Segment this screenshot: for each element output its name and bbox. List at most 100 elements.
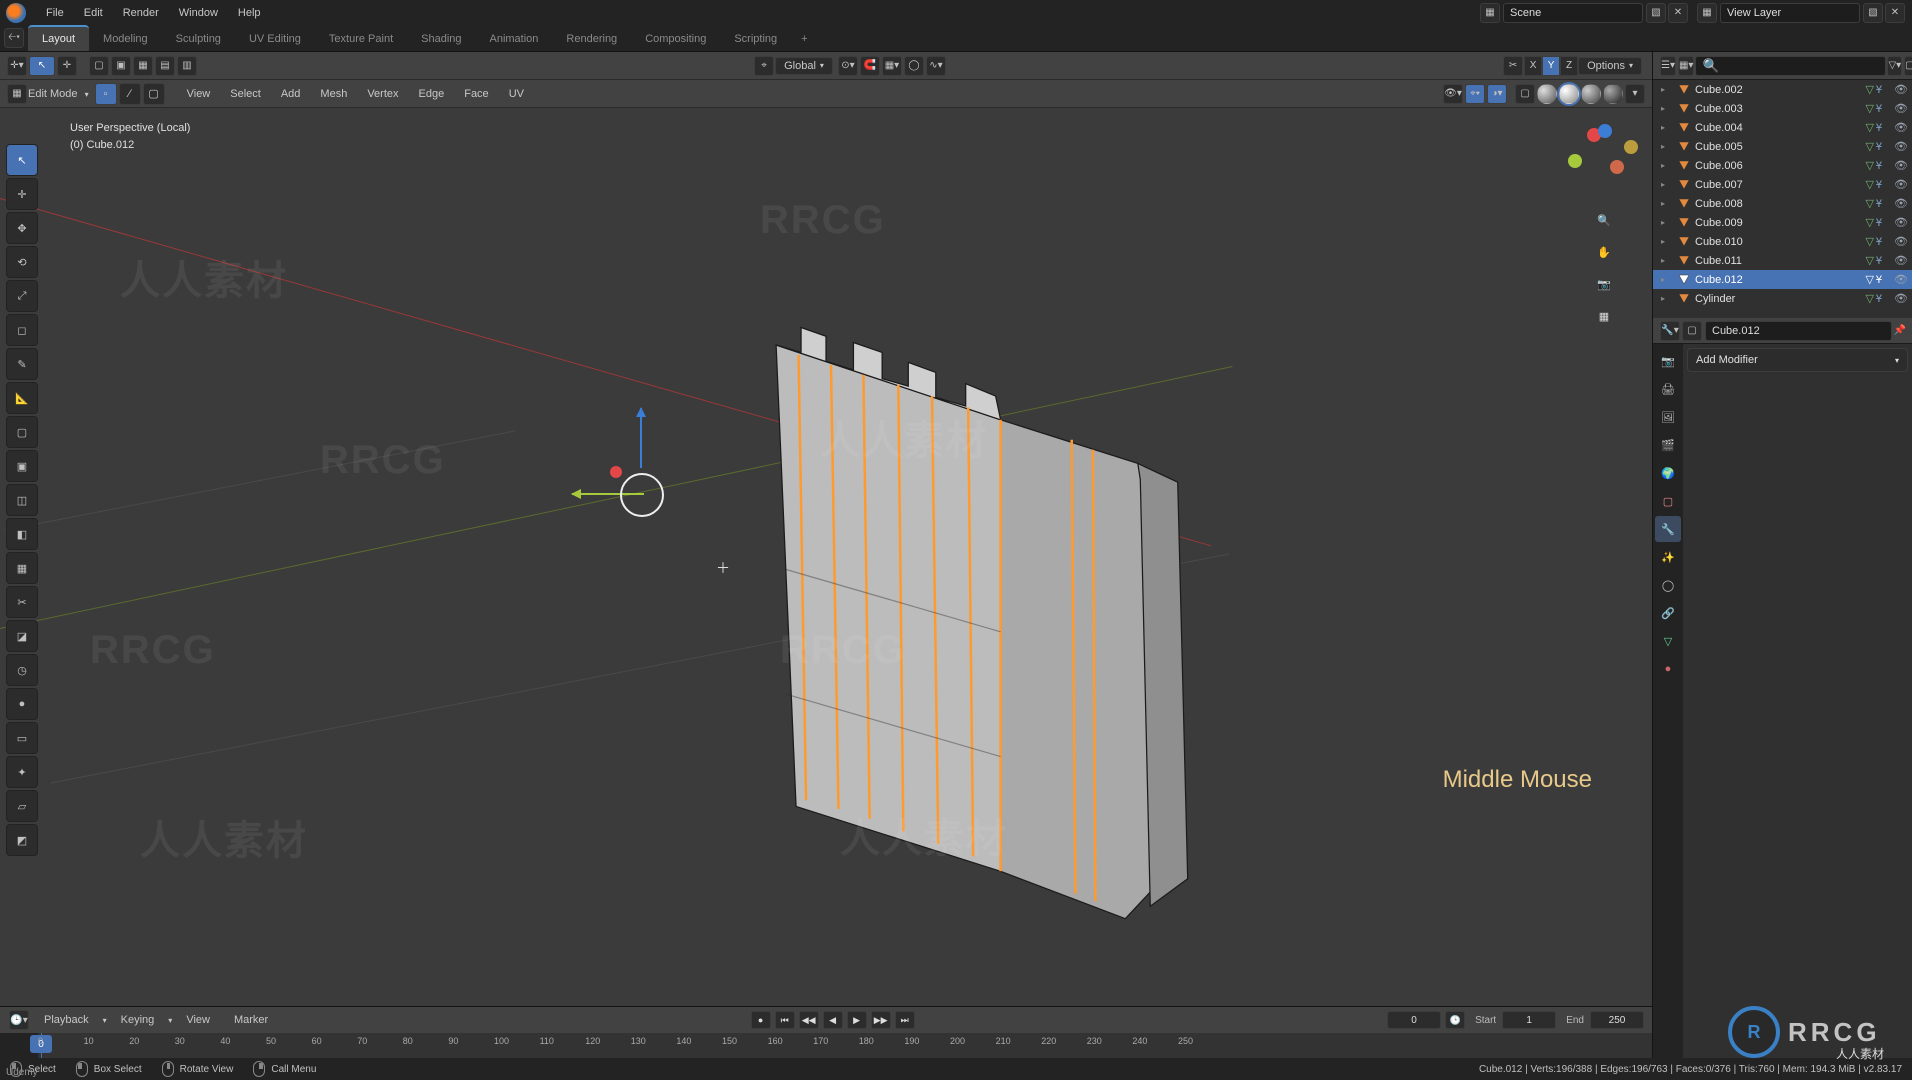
axis-neg-y-icon[interactable]: [1624, 140, 1638, 154]
play-button[interactable]: ▶: [847, 1011, 867, 1029]
outliner-editor-icon[interactable]: ☰▾: [1660, 56, 1676, 76]
mesh-data-icon[interactable]: ▽: [1865, 159, 1873, 172]
add-workspace-button[interactable]: +: [791, 27, 817, 51]
outliner-item[interactable]: ▸Cube.011▽Ұ👁: [1653, 251, 1912, 270]
tool-knife[interactable]: ✂: [6, 586, 38, 618]
snap-mode-5[interactable]: ▥: [177, 56, 197, 76]
orientation-icon[interactable]: ⌖: [754, 56, 774, 76]
mesh-auto-merge-icon[interactable]: ✂: [1503, 56, 1523, 76]
tool-polybuild[interactable]: ◪: [6, 620, 38, 652]
mesh-data-icon[interactable]: ▽: [1865, 292, 1873, 305]
tl-keying-menu[interactable]: Keying: [111, 1010, 165, 1030]
modifier-icon[interactable]: Ұ: [1876, 255, 1882, 267]
eye-icon[interactable]: 👁: [1894, 140, 1908, 153]
tab-viewlayer[interactable]: 🖼: [1655, 404, 1681, 430]
eye-icon[interactable]: 👁: [1894, 216, 1908, 229]
tl-view-menu[interactable]: View: [176, 1010, 220, 1030]
expand-arrow-icon[interactable]: ▸: [1661, 218, 1665, 227]
tab-scripting[interactable]: Scripting: [720, 25, 791, 51]
shading-wireframe[interactable]: [1537, 84, 1557, 104]
tab-modeling[interactable]: Modeling: [89, 25, 162, 51]
modifier-icon[interactable]: Ұ: [1876, 274, 1882, 286]
menu-edit[interactable]: Edit: [74, 3, 113, 23]
expand-arrow-icon[interactable]: ▸: [1661, 237, 1665, 246]
menu-help[interactable]: Help: [228, 3, 271, 23]
tab-sculpting[interactable]: Sculpting: [162, 25, 235, 51]
gizmo-toggle[interactable]: ⌖▾: [1465, 84, 1485, 104]
scene-name-field[interactable]: Scene: [1503, 3, 1643, 23]
snap-mode-2[interactable]: ▣: [111, 56, 131, 76]
scene-new-button[interactable]: ▧: [1646, 3, 1666, 23]
modifier-icon[interactable]: Ұ: [1876, 217, 1882, 229]
tool-inset[interactable]: ◫: [6, 484, 38, 516]
outliner-item[interactable]: ▸Cube.008▽Ұ👁: [1653, 194, 1912, 213]
vertex-select-mode[interactable]: ▫: [95, 83, 117, 105]
expand-arrow-icon[interactable]: ▸: [1661, 294, 1665, 303]
options-dropdown[interactable]: Options ▾: [1578, 57, 1642, 75]
outliner-search-input[interactable]: [1695, 56, 1886, 76]
outliner-display-mode[interactable]: ▦▾: [1678, 56, 1694, 76]
outliner-item[interactable]: ▸Cube.007▽Ұ👁: [1653, 175, 1912, 194]
gizmo-arrow-x[interactable]: [610, 466, 622, 478]
axis-neg-x-icon[interactable]: [1610, 160, 1624, 174]
snap-toggle[interactable]: 🧲: [860, 56, 880, 76]
mesh-data-icon[interactable]: ▽: [1865, 235, 1873, 248]
expand-arrow-icon[interactable]: ▸: [1661, 256, 1665, 265]
gizmo-z-toggle[interactable]: Z: [1560, 56, 1578, 76]
eye-icon[interactable]: 👁: [1894, 292, 1908, 305]
menu-render[interactable]: Render: [113, 3, 169, 23]
tab-texpaint[interactable]: Texture Paint: [315, 25, 407, 51]
axis-y-icon[interactable]: [1568, 154, 1582, 168]
gizmo-y-toggle[interactable]: Y: [1542, 56, 1560, 76]
transform-orientation-dropdown[interactable]: Global ▾: [775, 57, 833, 75]
pin-icon[interactable]: 📌: [1894, 325, 1906, 336]
jump-end-button[interactable]: ⏭: [895, 1011, 915, 1029]
modifier-icon[interactable]: Ұ: [1876, 103, 1882, 115]
tool-bevel[interactable]: ◧: [6, 518, 38, 550]
modifier-icon[interactable]: Ұ: [1876, 122, 1882, 134]
tool-tweak[interactable]: ↖: [6, 144, 38, 176]
eye-icon[interactable]: 👁: [1894, 121, 1908, 134]
edge-select-mode[interactable]: ∕: [119, 83, 141, 105]
eye-icon[interactable]: 👁: [1894, 273, 1908, 286]
eye-icon[interactable]: 👁: [1894, 178, 1908, 191]
tab-material[interactable]: ●: [1655, 656, 1681, 682]
outliner-item[interactable]: ▸Cube.003▽Ұ👁: [1653, 99, 1912, 118]
outliner-item[interactable]: ▸Cube.010▽Ұ👁: [1653, 232, 1912, 251]
eye-icon[interactable]: 👁: [1894, 197, 1908, 210]
mesh-data-icon[interactable]: ▽: [1865, 102, 1873, 115]
tab-constraints[interactable]: 🔗: [1655, 600, 1681, 626]
eye-icon[interactable]: 👁: [1894, 254, 1908, 267]
outliner-item[interactable]: ▸Cube.006▽Ұ👁: [1653, 156, 1912, 175]
proportional-edit-toggle[interactable]: ◯: [904, 56, 924, 76]
mode-dropdown[interactable]: Edit Mode ▾: [28, 88, 89, 100]
nav-gizmo[interactable]: [1568, 124, 1640, 196]
shading-solid[interactable]: [1559, 84, 1579, 104]
menu-window[interactable]: Window: [169, 3, 228, 23]
tab-uv[interactable]: UV Editing: [235, 25, 315, 51]
tab-mesh[interactable]: ▽: [1655, 628, 1681, 654]
tool-rotate[interactable]: ⟲: [6, 246, 38, 278]
tab-layout[interactable]: Layout: [28, 25, 89, 51]
tab-render[interactable]: 📷: [1655, 348, 1681, 374]
mode-icon[interactable]: ▦: [7, 84, 27, 104]
outliner-item[interactable]: ▸Cube.009▽Ұ👁: [1653, 213, 1912, 232]
tool-add-cube[interactable]: ▢: [6, 416, 38, 448]
tool-select-icon[interactable]: ↖: [29, 56, 55, 76]
face-menu[interactable]: Face: [454, 84, 498, 104]
uv-menu[interactable]: UV: [499, 84, 534, 104]
jump-start-button[interactable]: ⏮: [775, 1011, 795, 1029]
overlay-toggle[interactable]: ◑▾: [1487, 84, 1507, 104]
expand-arrow-icon[interactable]: ▸: [1661, 199, 1665, 208]
pivot-dropdown[interactable]: ⊙▾: [838, 56, 858, 76]
autokey-toggle[interactable]: ●: [751, 1011, 771, 1029]
end-frame-field[interactable]: 250: [1590, 1011, 1644, 1029]
menu-file[interactable]: File: [36, 3, 74, 23]
mesh-menu[interactable]: Mesh: [310, 84, 357, 104]
back-icon[interactable]: 🡠▾: [4, 28, 24, 48]
tab-scene[interactable]: 🎬: [1655, 432, 1681, 458]
tab-compositing[interactable]: Compositing: [631, 25, 720, 51]
tool-rip[interactable]: ◩: [6, 824, 38, 856]
outliner[interactable]: ▸Cube.002▽Ұ👁▸Cube.003▽Ұ👁▸Cube.004▽Ұ👁▸Cub…: [1653, 80, 1912, 318]
add-menu[interactable]: Add: [271, 84, 311, 104]
